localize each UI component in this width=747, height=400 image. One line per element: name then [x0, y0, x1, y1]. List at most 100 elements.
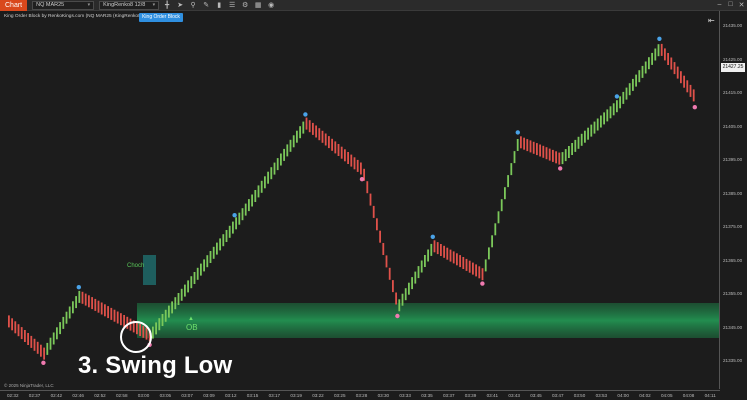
candle — [20, 327, 23, 340]
candle — [78, 290, 81, 303]
candle — [49, 337, 52, 350]
candle — [667, 53, 669, 65]
swing-low-annotation: 3. Swing Low — [78, 352, 233, 379]
candle — [145, 327, 148, 340]
time-tick-label: 03:12 — [225, 393, 237, 398]
time-tick-label: 02:58 — [116, 393, 128, 398]
candle — [296, 130, 298, 143]
swing-low-dot — [558, 166, 563, 171]
candle — [238, 212, 241, 225]
candle — [120, 313, 122, 326]
candle — [472, 262, 474, 275]
candle — [43, 347, 45, 360]
candle — [619, 96, 621, 109]
candle — [372, 205, 375, 218]
candle — [449, 249, 452, 262]
candle — [395, 292, 397, 305]
candle — [302, 121, 305, 134]
candle — [401, 293, 404, 306]
price-tick-label: 21415.00 — [723, 90, 743, 95]
candle — [219, 238, 221, 251]
candle — [11, 318, 13, 331]
candle — [558, 152, 561, 165]
candle — [129, 318, 132, 331]
time-tick-label: 03:17 — [268, 393, 281, 398]
candle — [161, 314, 164, 326]
candle — [324, 133, 327, 146]
candle — [648, 57, 650, 70]
time-tick-label: 04:05 — [661, 393, 673, 398]
copyright-text: © 2025 NinjaTrader, LLC — [4, 383, 54, 388]
current-price-label: 21427.25 — [721, 63, 745, 72]
candle — [561, 152, 564, 165]
candle — [75, 296, 77, 309]
candle — [616, 100, 618, 113]
candle — [612, 103, 615, 116]
time-tick-label: 03:28 — [355, 393, 368, 398]
candle — [459, 255, 461, 268]
candle — [510, 163, 513, 176]
candle — [94, 298, 97, 311]
candle — [110, 307, 113, 320]
candle — [59, 322, 61, 335]
candle — [603, 112, 605, 125]
candle — [27, 333, 29, 345]
candle — [158, 318, 161, 331]
candle — [523, 137, 525, 150]
candle — [104, 304, 106, 317]
candle — [654, 48, 657, 61]
candle — [436, 242, 439, 255]
candle — [427, 249, 429, 262]
candle — [644, 61, 647, 74]
candle — [465, 258, 468, 271]
candle — [14, 321, 17, 334]
candle — [443, 245, 445, 258]
candle — [46, 342, 49, 355]
candle — [542, 145, 545, 158]
candle — [536, 143, 538, 156]
time-tick-label: 03:15 — [246, 393, 259, 398]
candle — [305, 117, 308, 130]
candle — [139, 324, 141, 336]
candle — [513, 151, 516, 164]
candle — [251, 194, 253, 207]
swing-high-dot — [657, 36, 662, 41]
candle — [241, 208, 244, 221]
candle — [193, 272, 196, 284]
candle — [379, 230, 381, 243]
candle — [152, 326, 154, 339]
candle — [174, 297, 177, 310]
candle — [683, 75, 685, 88]
price-chart[interactable] — [0, 0, 747, 400]
candle — [65, 311, 68, 324]
candle — [190, 276, 193, 289]
candle — [270, 167, 273, 180]
candle — [68, 306, 71, 319]
candle — [356, 159, 359, 172]
candle — [100, 302, 103, 315]
candle — [491, 235, 493, 248]
time-tick-label: 03:33 — [399, 393, 411, 398]
candle — [72, 301, 74, 314]
candle — [593, 121, 596, 134]
candle — [622, 91, 625, 104]
candle — [408, 282, 410, 295]
choch-zone — [143, 255, 156, 285]
candle — [686, 80, 689, 93]
time-tick-label: 04:00 — [617, 393, 629, 398]
candle — [318, 128, 321, 141]
candle — [411, 277, 413, 290]
candle — [488, 247, 490, 260]
time-axis[interactable]: 02:32 02:37 02:42 02:46 02:52 02:58 03:00 03:05… — [0, 390, 720, 400]
price-tick-label: 21385.00 — [723, 190, 743, 196]
candle — [494, 223, 497, 236]
swing-high-dot — [515, 130, 520, 135]
candle — [177, 293, 180, 305]
time-tick-label: 04:08 — [682, 393, 695, 398]
candle — [539, 144, 541, 157]
time-tick-label: 04:02 — [639, 393, 651, 398]
candle — [392, 280, 394, 293]
candle — [552, 149, 554, 162]
time-tick-label: 03:07 — [181, 393, 193, 398]
swing-high-dot — [76, 285, 82, 290]
